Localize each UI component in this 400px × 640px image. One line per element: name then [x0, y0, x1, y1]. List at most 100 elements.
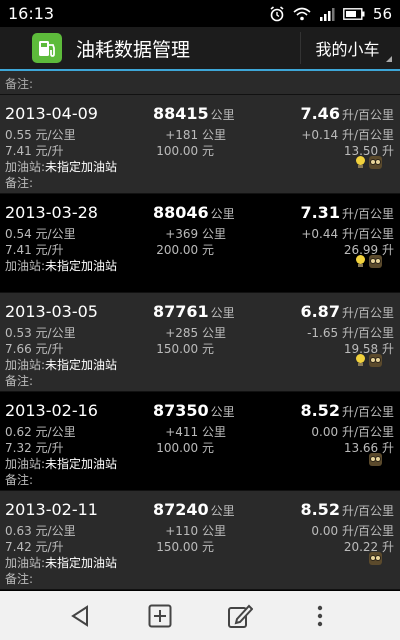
station-name: 未指定加油站	[45, 358, 118, 372]
record-consumption-change: 0.00 升/百公里	[311, 425, 394, 439]
car-selector[interactable]: 我的小车	[300, 32, 394, 64]
fuel-record-row[interactable]: 2013-02-16 0.62 元/公里 7.32 元/升 加油站:未指定加油站…	[0, 392, 400, 491]
record-cost: 100.00 元	[156, 144, 214, 158]
consumption-unit: 升/百公里	[341, 504, 394, 518]
add-record-icon	[148, 604, 172, 627]
odometer-unit: 公里	[210, 306, 235, 320]
station-name: 未指定加油站	[45, 556, 118, 570]
edit-icon	[228, 604, 253, 628]
fuel-record-row[interactable]: 2013-04-09 0.55 元/公里 7.41 元/升 加油站:未指定加油站…	[0, 95, 400, 194]
partial-record-remark: 备注:	[0, 71, 400, 95]
record-cost: 200.00 元	[156, 243, 214, 257]
record-cost-per-km: 0.63 元/公里	[5, 524, 76, 538]
signal-icon	[319, 7, 335, 21]
consumption-value: 8.52	[300, 401, 340, 420]
record-cost-per-km: 0.62 元/公里	[5, 425, 76, 439]
alarm-icon	[270, 5, 284, 21]
fuel-record-row[interactable]: 2013-03-28 0.54 元/公里 7.41 元/升 加油站:未指定加油站…	[0, 194, 400, 293]
record-station: 加油站:未指定加油站	[5, 554, 117, 571]
fuel-record-row[interactable]: 2013-02-11 0.63 元/公里 7.42 元/升 加油站:未指定加油站…	[0, 491, 400, 590]
car-selector-label: 我的小车	[315, 40, 380, 59]
record-consumption-change: +0.14 升/百公里	[301, 128, 394, 142]
record-badges	[355, 354, 382, 367]
record-cost: 150.00 元	[156, 342, 214, 356]
overflow-menu-icon	[317, 605, 323, 626]
record-badges	[355, 156, 382, 169]
odometer-unit: 公里	[210, 108, 235, 122]
record-fuel-price: 7.42 元/升	[5, 540, 64, 554]
battery-icon	[343, 7, 365, 20]
owl-icon	[369, 255, 382, 268]
fuel-record-row[interactable]: 2013-03-05 0.53 元/公里 7.66 元/升 加油站:未指定加油站…	[0, 293, 400, 392]
station-name: 未指定加油站	[45, 457, 118, 471]
station-label: 加油站:	[5, 160, 46, 174]
record-odometer: 88046 公里	[153, 203, 235, 222]
back-button[interactable]	[60, 596, 100, 636]
status-icons: 56	[269, 5, 392, 23]
record-badges	[369, 453, 382, 466]
odometer-value: 88415	[153, 104, 209, 123]
bulb-icon	[355, 255, 366, 268]
record-consumption: 6.87 升/百公里	[300, 302, 394, 321]
record-distance: +285 公里	[165, 326, 226, 340]
record-station: 加油站:未指定加油站	[5, 455, 117, 472]
back-icon	[71, 604, 88, 627]
overflow-menu-button[interactable]	[300, 596, 340, 636]
odometer-value: 88046	[153, 203, 209, 222]
record-fuel-price: 7.66 元/升	[5, 342, 64, 356]
app-logo-icon[interactable]	[32, 33, 62, 63]
odometer-value: 87350	[153, 401, 209, 420]
record-odometer: 87350 公里	[153, 401, 235, 420]
consumption-unit: 升/百公里	[341, 405, 394, 419]
record-date: 2013-02-11	[5, 500, 98, 519]
consumption-unit: 升/百公里	[341, 306, 394, 320]
record-cost-per-km: 0.54 元/公里	[5, 227, 76, 241]
record-fuel-price: 7.41 元/升	[5, 243, 64, 257]
owl-icon	[369, 156, 382, 169]
action-bar: 油耗数据管理 我的小车	[0, 27, 400, 71]
station-label: 加油站:	[5, 358, 46, 372]
consumption-unit: 升/百公里	[341, 108, 394, 122]
record-station: 加油站:未指定加油站	[5, 158, 117, 175]
fuel-record-list[interactable]: 备注: 2013-04-09 0.55 元/公里 7.41 元/升 加油站:未指…	[0, 71, 400, 591]
record-badges	[355, 255, 382, 268]
record-cost: 100.00 元	[156, 441, 214, 455]
station-name: 未指定加油站	[45, 259, 118, 273]
record-remark: 备注:	[5, 572, 34, 586]
record-odometer: 87761 公里	[153, 302, 235, 321]
record-station: 加油站:未指定加油站	[5, 356, 117, 373]
bottom-nav-bar	[0, 591, 400, 640]
record-odometer: 87240 公里	[153, 500, 235, 519]
odometer-unit: 公里	[210, 405, 235, 419]
owl-icon	[369, 552, 382, 565]
record-remark: 备注:	[5, 176, 34, 190]
record-distance: +110 公里	[165, 524, 226, 538]
record-station: 加油站:未指定加油站	[5, 257, 117, 274]
record-date: 2013-04-09	[5, 104, 98, 123]
record-consumption: 8.52 升/百公里	[300, 500, 394, 519]
status-bar: 16:13 56	[0, 0, 400, 27]
add-record-button[interactable]	[140, 596, 180, 636]
record-fuel-price: 7.41 元/升	[5, 144, 64, 158]
bulb-icon	[355, 156, 366, 169]
odometer-value: 87240	[153, 500, 209, 519]
record-consumption-change: -1.65 升/百公里	[307, 326, 394, 340]
record-distance: +411 公里	[165, 425, 226, 439]
record-distance: +181 公里	[165, 128, 226, 142]
dropdown-arrow-icon	[386, 56, 392, 62]
edit-button[interactable]	[220, 596, 260, 636]
record-consumption: 7.46 升/百公里	[300, 104, 394, 123]
owl-icon	[369, 354, 382, 367]
record-consumption-change: +0.44 升/百公里	[301, 227, 394, 241]
status-time: 16:13	[8, 4, 55, 23]
record-cost-per-km: 0.55 元/公里	[5, 128, 76, 142]
record-fuel-price: 7.32 元/升	[5, 441, 64, 455]
record-badges	[369, 552, 382, 565]
station-name: 未指定加油站	[45, 160, 118, 174]
record-odometer: 88415 公里	[153, 104, 235, 123]
record-consumption-change: 0.00 升/百公里	[311, 524, 394, 538]
record-date: 2013-03-05	[5, 302, 98, 321]
bulb-icon	[355, 354, 366, 367]
wifi-icon	[293, 7, 311, 20]
record-consumption: 7.31 升/百公里	[300, 203, 394, 222]
